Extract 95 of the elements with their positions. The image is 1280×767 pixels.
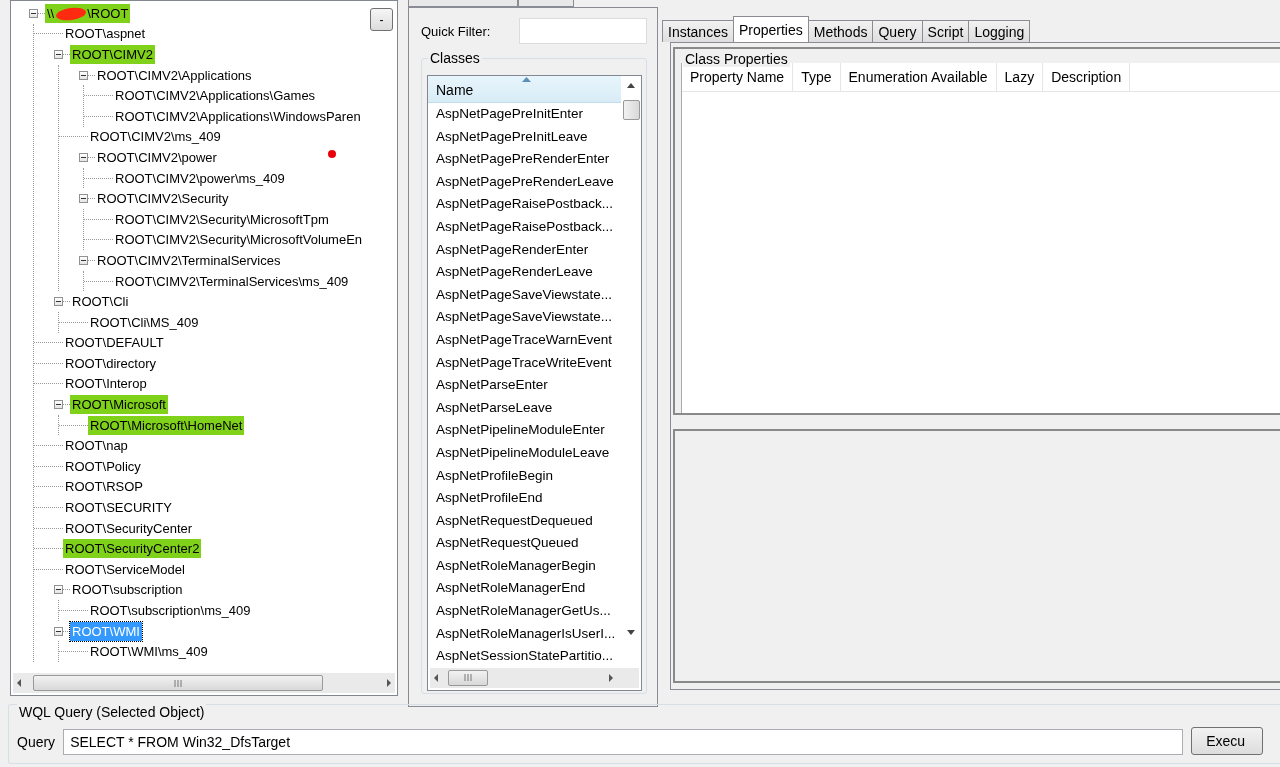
tree-item[interactable]: ROOT\Interop [63, 374, 149, 394]
class-item[interactable]: AspNetPageTraceWarnEvent [428, 328, 621, 352]
name-column-header[interactable]: Name [428, 76, 621, 103]
scrollbar-thumb[interactable] [622, 100, 640, 120]
tab[interactable]: Query [872, 20, 923, 42]
tree-item[interactable]: ROOT\CIMV2\TerminalServices [95, 250, 283, 270]
tree-item[interactable]: ROOT\RSOP [63, 477, 145, 497]
class-item[interactable]: AspNetParseLeave [428, 396, 621, 420]
class-item[interactable]: AspNetPagePreInitLeave [428, 125, 621, 149]
class-item[interactable]: AspNetPagePreInitEnter [428, 103, 621, 126]
tree-item[interactable]: ROOT\Cli\MS_409 [88, 312, 201, 332]
class-item[interactable]: AspNetPageRaisePostback... [428, 193, 621, 216]
scroll-down-icon[interactable] [626, 629, 636, 636]
tree-item[interactable]: ROOT\CIMV2\Applications\Games [113, 86, 318, 106]
tree-item[interactable]: ROOT\Policy [63, 456, 143, 476]
collapse-icon[interactable] [54, 626, 63, 636]
class-item[interactable]: AspNetPageRenderLeave [428, 261, 621, 284]
tree-item[interactable]: ROOT\CIMV2\Applications\WindowsParen [113, 106, 363, 126]
scroll-up-icon[interactable] [626, 82, 636, 88]
tab[interactable]: Script [921, 20, 970, 42]
wql-query-title: WQL Query (Selected Object) [17, 704, 207, 720]
query-field[interactable]: SELECT * FROM Win32_DfsTarget [63, 729, 1184, 755]
tree-item[interactable]: ROOT\CIMV2\Security [95, 189, 231, 209]
quick-filter-field[interactable] [519, 18, 647, 44]
tree-item[interactable]: ROOT\CIMV2\Security\MicrosoftTpm [113, 209, 331, 229]
collapse-icon[interactable] [54, 50, 63, 59]
tree-item[interactable]: ROOT\SecurityCenter [63, 518, 195, 538]
tree-item[interactable]: ROOT\CIMV2\ms_409 [88, 127, 223, 147]
quick-filter-label: Quick Filter: [421, 23, 491, 39]
class-item[interactable]: AspNetRoleManagerBegin [428, 554, 621, 578]
tree-item[interactable]: ROOT\subscription [70, 580, 185, 600]
stray-mark [328, 150, 336, 158]
class-item[interactable]: AspNetPageSaveViewstate... [428, 306, 621, 329]
tree-item[interactable]: ROOT\CIMV2 [70, 45, 155, 64]
tree-item[interactable]: ROOT\aspnet [63, 24, 148, 44]
tree-item[interactable]: ROOT\CIMV2\Applications [95, 65, 254, 85]
tab[interactable]: Logging [968, 20, 1031, 42]
tree-item[interactable]: ROOT\Cli [70, 292, 131, 312]
collapse-icon[interactable] [79, 194, 88, 204]
tree-item[interactable]: ROOT\DEFAULT [63, 333, 166, 353]
tab[interactable] [518, 0, 574, 7]
collapse-icon[interactable] [79, 70, 88, 80]
query-label: Query [17, 733, 56, 752]
class-item[interactable]: AspNetParseEnter [428, 374, 621, 397]
class-item[interactable]: AspNetPipelineModuleEnter [428, 419, 621, 442]
column-header[interactable]: Enumeration Available [840, 63, 997, 91]
tree-item[interactable]: ROOT\CIMV2\power [95, 147, 219, 167]
tree-item[interactable]: ROOT\subscription\ms_409 [88, 601, 253, 620]
tree-item[interactable]: ROOT\CIMV2\power\ms_409 [113, 168, 287, 188]
scrollbar-thumb[interactable] [448, 669, 488, 686]
class-item[interactable]: AspNetRequestDequeued [428, 509, 621, 533]
class-item[interactable]: AspNetPageRenderEnter [428, 238, 621, 262]
tab[interactable]: Properties [732, 16, 809, 42]
column-header[interactable]: Description [1043, 63, 1131, 91]
tree-item[interactable]: ROOT\nap [63, 436, 130, 456]
class-item[interactable]: AspNetPipelineModuleLeave [428, 441, 621, 465]
collapse-icon[interactable] [54, 297, 63, 307]
tree-item[interactable]: ROOT\directory [63, 353, 158, 373]
class-item[interactable]: AspNetRoleManagerGetUs... [428, 600, 621, 623]
collapse-icon[interactable] [79, 255, 88, 265]
tree-item[interactable]: ROOT\CIMV2\Security\MicrosoftVolumeEn [113, 230, 365, 250]
class-item[interactable]: AspNetRoleManagerEnd [428, 577, 621, 601]
class-item[interactable]: AspNetPagePreRenderLeave [428, 170, 621, 194]
class-properties-title: Class Properties [683, 51, 790, 67]
tab[interactable]: Methods [807, 20, 874, 42]
class-item[interactable]: AspNetPagePreRenderEnter [428, 148, 621, 171]
tree-item[interactable]: \\ \ROOT [45, 3, 131, 23]
collapse-icon[interactable] [54, 585, 63, 595]
classes-group-title: Classes [428, 50, 482, 66]
class-item[interactable]: AspNetRequestQueued [428, 532, 621, 555]
collapse-button[interactable]: - [370, 8, 393, 31]
class-item[interactable]: AspNetPageSaveViewstate... [428, 283, 621, 307]
tree-item[interactable]: ROOT\SecurityCenter2 [63, 539, 202, 559]
class-item[interactable]: AspNetProfileBegin [428, 464, 621, 488]
collapse-icon[interactable] [79, 152, 88, 162]
tab[interactable] [408, 0, 518, 7]
tab[interactable]: Instances [662, 20, 734, 42]
collapse-icon[interactable] [29, 8, 38, 18]
column-header[interactable]: Type [793, 63, 841, 91]
column-header[interactable]: Lazy [996, 63, 1044, 91]
tree-item[interactable]: ROOT\Microsoft [70, 395, 168, 415]
tree-item[interactable]: ROOT\SECURITY [63, 498, 174, 518]
class-item[interactable]: AspNetPageRaisePostback... [428, 215, 621, 239]
tree-item[interactable]: ROOT\Microsoft\HomeNet [88, 415, 245, 435]
class-item[interactable]: AspNetRoleManagerIsUserI... [428, 622, 621, 646]
class-item[interactable]: AspNetProfileEnd [428, 487, 621, 510]
tree-item[interactable]: ROOT\CIMV2\TerminalServices\ms_409 [113, 271, 351, 291]
tree-item[interactable]: ROOT\WMI\ms_409 [88, 642, 210, 662]
collapse-icon[interactable] [54, 400, 63, 410]
execute-button[interactable]: Execu [1191, 727, 1264, 755]
scrollbar-thumb[interactable] [33, 675, 323, 691]
class-item[interactable]: AspNetSessionStatePartitio... [428, 645, 621, 668]
sort-ascending-icon [522, 77, 531, 82]
tree-item[interactable]: ROOT\ServiceModel [63, 559, 187, 579]
class-item[interactable]: AspNetPageTraceWriteEvent [428, 351, 621, 375]
